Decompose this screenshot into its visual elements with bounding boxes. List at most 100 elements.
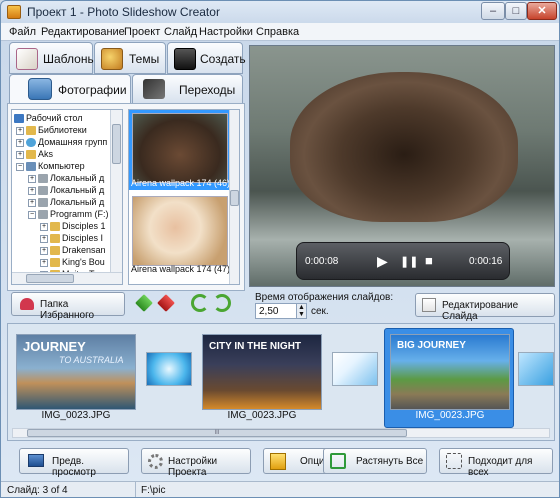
- fit-icon: [446, 453, 462, 469]
- app-window: Проект 1 - Photo Slideshow Creator – □ ✕…: [0, 0, 560, 498]
- remove-icon[interactable]: [157, 294, 175, 312]
- expand-icon[interactable]: +: [16, 150, 24, 159]
- gear-icon: [148, 454, 163, 469]
- play-button[interactable]: ▶: [377, 253, 388, 270]
- folder-icon: [50, 258, 60, 268]
- tree-item[interactable]: − Programm (F:): [28, 208, 109, 220]
- expand-icon[interactable]: +: [16, 126, 24, 135]
- options-button[interactable]: Опци: [263, 448, 329, 474]
- duration-unit: сек.: [311, 306, 329, 317]
- menu-project[interactable]: Проект: [124, 26, 160, 38]
- rotate-left-icon[interactable]: [191, 294, 209, 312]
- expand-icon[interactable]: +: [40, 246, 48, 255]
- folder-tree[interactable]: Рабочий стол + Библиотеки + Домашняя групп…: [11, 109, 123, 285]
- status-slide: Слайд: 3 of 4: [7, 485, 68, 496]
- scroll-thumb[interactable]: [112, 124, 121, 164]
- scroll-thumb[interactable]: [230, 190, 239, 206]
- options-icon: [270, 453, 286, 470]
- drive-icon: [38, 174, 48, 184]
- tree-item[interactable]: + Локальный д: [28, 172, 104, 184]
- duration-label: Время отображения слайдов:: [255, 292, 394, 303]
- tab-transitions[interactable]: Переходы: [132, 74, 243, 104]
- player-controls: 0:00:08 ▶ ❚❚ ■ 0:00:16: [296, 242, 510, 280]
- current-time: 0:00:08: [305, 256, 339, 267]
- close-button[interactable]: ✕: [527, 2, 557, 20]
- tab-transitions-label: Переходы: [179, 83, 236, 97]
- slide-caption: IMG_0023.JPG: [41, 410, 111, 421]
- slide-journey[interactable]: JOURNEY TO AUSTRALIA: [16, 334, 136, 410]
- status-path: F:\pic: [141, 485, 166, 496]
- palette-icon: [101, 48, 123, 70]
- transition-thumb[interactable]: [146, 352, 192, 386]
- drive-icon: [38, 198, 48, 208]
- expand-icon[interactable]: +: [16, 138, 24, 147]
- tab-photos[interactable]: Фотографии: [9, 74, 131, 104]
- favorites-folder-button[interactable]: Папка Избранного: [11, 292, 125, 321]
- tree-item[interactable]: + Локальный д: [28, 196, 104, 208]
- tree-item[interactable]: + Домашняя групп: [16, 136, 107, 148]
- user-folder-icon: [26, 150, 36, 160]
- timeline-scrollbar[interactable]: III: [12, 428, 550, 438]
- tree-item[interactable]: + Disciples I: [40, 232, 103, 244]
- spin-arrows-icon[interactable]: ▲ ▼: [296, 304, 306, 318]
- maximize-button[interactable]: □: [505, 2, 527, 20]
- menu-settings[interactable]: Настройки: [199, 26, 253, 38]
- collapse-icon[interactable]: −: [16, 162, 24, 171]
- tree-item[interactable]: + Aks: [16, 148, 53, 160]
- tree-item[interactable]: + Библиотеки: [16, 124, 87, 136]
- expand-icon[interactable]: +: [40, 234, 48, 243]
- tab-templates[interactable]: Шаблоны: [9, 42, 96, 74]
- heart-icon: [20, 298, 34, 310]
- slide-city[interactable]: CITY IN THE NIGHT: [202, 334, 322, 410]
- stretch-all-button[interactable]: Растянуть Все: [323, 448, 427, 474]
- duration-input[interactable]: 2,50 ▲ ▼: [255, 303, 307, 319]
- menu-file[interactable]: Файл: [9, 26, 36, 38]
- menu-edit[interactable]: Редактирование: [41, 26, 125, 38]
- tab-photos-label: Фотографии: [58, 83, 127, 97]
- thumbnail-list[interactable]: Airena wallpack 174 (46).j Airena wallpa…: [128, 109, 240, 285]
- tab-themes-label: Темы: [129, 52, 160, 66]
- menu-help[interactable]: Справка: [256, 26, 299, 38]
- thumbnail-woman[interactable]: [132, 196, 228, 266]
- tree-item[interactable]: Рабочий стол: [14, 112, 83, 124]
- tree-item[interactable]: + King's Bou: [40, 256, 105, 268]
- tree-horizontal-scrollbar[interactable]: [12, 272, 122, 284]
- thumbnail-bear[interactable]: [132, 113, 228, 183]
- minimize-button[interactable]: –: [481, 2, 505, 20]
- stop-button[interactable]: ■: [425, 253, 433, 268]
- tab-create[interactable]: Создать: [167, 42, 246, 74]
- tree-vertical-scrollbar[interactable]: [110, 110, 122, 272]
- tree-item[interactable]: + Drakensan: [40, 244, 106, 256]
- expand-icon[interactable]: +: [40, 222, 48, 231]
- slide-big-journey[interactable]: BIG JOURNEY: [390, 334, 510, 410]
- fit-all-button[interactable]: Подходит для всех: [439, 448, 553, 478]
- app-icon: [7, 5, 21, 19]
- photos-icon: [28, 78, 52, 100]
- pause-button[interactable]: ❚❚: [400, 255, 418, 268]
- add-icon[interactable]: [135, 294, 153, 312]
- expand-icon[interactable]: +: [40, 258, 48, 267]
- scroll-thumb[interactable]: III: [27, 429, 407, 437]
- expand-icon[interactable]: +: [28, 186, 36, 195]
- bottom-toolbar: Предв. просмотр Настройки Проекта Опци Р…: [1, 445, 559, 479]
- slide-timeline[interactable]: JOURNEY TO AUSTRALIA IMG_0023.JPG CITY I…: [7, 323, 555, 441]
- slide-caption: IMG_0023.JPG: [227, 410, 297, 421]
- transition-thumb[interactable]: [332, 352, 378, 386]
- rotate-right-icon[interactable]: [213, 294, 231, 312]
- edit-slide-button[interactable]: Редактирование Слайда: [415, 293, 555, 322]
- preview-button[interactable]: Предв. просмотр: [19, 448, 129, 478]
- tab-themes[interactable]: Темы: [94, 42, 166, 74]
- scroll-thumb[interactable]: [26, 274, 74, 283]
- tree-item[interactable]: + Disciples 1: [40, 220, 106, 232]
- folder-icon: [50, 246, 60, 256]
- menu-slide[interactable]: Слайд: [164, 26, 197, 38]
- expand-icon[interactable]: +: [28, 198, 36, 207]
- collapse-icon[interactable]: −: [28, 210, 36, 219]
- monitor-icon: [28, 454, 44, 467]
- tree-item[interactable]: − Компьютер: [16, 160, 85, 172]
- project-settings-button[interactable]: Настройки Проекта: [141, 448, 251, 478]
- expand-icon[interactable]: +: [28, 174, 36, 183]
- transition-thumb[interactable]: [518, 352, 554, 386]
- tree-item[interactable]: + Локальный д: [28, 184, 104, 196]
- thumbs-scrollbar[interactable]: [229, 110, 239, 284]
